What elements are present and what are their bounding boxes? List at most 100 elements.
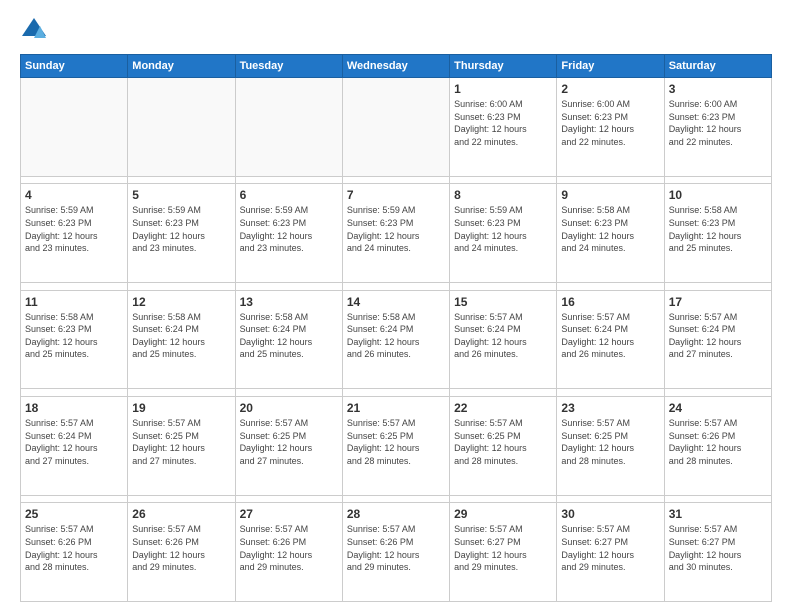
day-number: 21	[347, 401, 445, 415]
day-info: Sunrise: 5:57 AM Sunset: 6:25 PM Dayligh…	[132, 417, 230, 467]
day-number: 25	[25, 507, 123, 521]
calendar-cell	[21, 78, 128, 177]
day-info: Sunrise: 5:59 AM Sunset: 6:23 PM Dayligh…	[454, 204, 552, 254]
calendar-cell: 7 Sunrise: 5:59 AM Sunset: 6:23 PM Daylig…	[342, 184, 449, 283]
day-info: Sunrise: 5:57 AM Sunset: 6:25 PM Dayligh…	[454, 417, 552, 467]
day-info: Sunrise: 5:57 AM Sunset: 6:24 PM Dayligh…	[561, 311, 659, 361]
day-number: 3	[669, 82, 767, 96]
day-info: Sunrise: 5:57 AM Sunset: 6:27 PM Dayligh…	[561, 523, 659, 573]
weekday-header-row: SundayMondayTuesdayWednesdayThursdayFrid…	[21, 55, 772, 78]
day-info: Sunrise: 5:58 AM Sunset: 6:24 PM Dayligh…	[132, 311, 230, 361]
day-number: 29	[454, 507, 552, 521]
day-info: Sunrise: 5:58 AM Sunset: 6:24 PM Dayligh…	[347, 311, 445, 361]
calendar-cell: 15Sunrise: 5:57 AM Sunset: 6:24 PM Dayli…	[450, 290, 557, 389]
calendar-week-4: 18 Sunrise: 5:57 AM Sunset: 6:24 PM Dayli…	[21, 397, 772, 496]
day-number: 27	[240, 507, 338, 521]
row-divider	[21, 176, 772, 184]
day-info: Sunrise: 6:00 AM Sunset: 6:23 PM Dayligh…	[454, 98, 552, 148]
day-number: 17	[669, 295, 767, 309]
day-info: Sunrise: 5:59 AM Sunset: 6:23 PM Dayligh…	[132, 204, 230, 254]
calendar-cell: 28 Sunrise: 5:57 AM Sunset: 6:26 PM Dayli…	[342, 503, 449, 602]
weekday-header-sunday: Sunday	[21, 55, 128, 78]
day-number: 1	[454, 82, 552, 96]
day-info: Sunrise: 5:59 AM Sunset: 6:23 PM Dayligh…	[347, 204, 445, 254]
weekday-header-wednesday: Wednesday	[342, 55, 449, 78]
day-info: Sunrise: 5:57 AM Sunset: 6:25 PM Dayligh…	[347, 417, 445, 467]
calendar-cell: 30 Sunrise: 5:57 AM Sunset: 6:27 PM Dayli…	[557, 503, 664, 602]
day-info: Sunrise: 5:59 AM Sunset: 6:23 PM Dayligh…	[240, 204, 338, 254]
calendar-cell: 10 Sunrise: 5:58 AM Sunset: 6:23 PM Dayli…	[664, 184, 771, 283]
day-info: Sunrise: 5:58 AM Sunset: 6:23 PM Dayligh…	[25, 311, 123, 361]
calendar-cell: 16 Sunrise: 5:57 AM Sunset: 6:24 PM Dayli…	[557, 290, 664, 389]
calendar-cell: 27 Sunrise: 5:57 AM Sunset: 6:26 PM Dayli…	[235, 503, 342, 602]
calendar-cell: 22 Sunrise: 5:57 AM Sunset: 6:25 PM Dayli…	[450, 397, 557, 496]
calendar-cell	[235, 78, 342, 177]
logo	[20, 16, 52, 44]
day-number: 5	[132, 188, 230, 202]
calendar-cell: 18 Sunrise: 5:57 AM Sunset: 6:24 PM Dayli…	[21, 397, 128, 496]
day-number: 20	[240, 401, 338, 415]
day-number: 30	[561, 507, 659, 521]
day-info: Sunrise: 5:57 AM Sunset: 6:25 PM Dayligh…	[240, 417, 338, 467]
day-info: Sunrise: 5:57 AM Sunset: 6:26 PM Dayligh…	[347, 523, 445, 573]
calendar-cell: 13Sunrise: 5:58 AM Sunset: 6:24 PM Dayli…	[235, 290, 342, 389]
weekday-header-monday: Monday	[128, 55, 235, 78]
day-number: 4	[25, 188, 123, 202]
day-number: 26	[132, 507, 230, 521]
day-number: 8	[454, 188, 552, 202]
day-info: Sunrise: 5:57 AM Sunset: 6:26 PM Dayligh…	[25, 523, 123, 573]
day-info: Sunrise: 5:57 AM Sunset: 6:27 PM Dayligh…	[669, 523, 767, 573]
calendar-week-2: 4 Sunrise: 5:59 AM Sunset: 6:23 PM Daylig…	[21, 184, 772, 283]
calendar-cell: 3 Sunrise: 6:00 AM Sunset: 6:23 PM Daylig…	[664, 78, 771, 177]
calendar-cell: 24Sunrise: 5:57 AM Sunset: 6:26 PM Dayli…	[664, 397, 771, 496]
day-number: 9	[561, 188, 659, 202]
calendar-cell: 31 Sunrise: 5:57 AM Sunset: 6:27 PM Dayli…	[664, 503, 771, 602]
day-info: Sunrise: 5:57 AM Sunset: 6:27 PM Dayligh…	[454, 523, 552, 573]
day-number: 7	[347, 188, 445, 202]
day-number: 12	[132, 295, 230, 309]
calendar-cell: 4 Sunrise: 5:59 AM Sunset: 6:23 PM Daylig…	[21, 184, 128, 283]
calendar-cell: 20 Sunrise: 5:57 AM Sunset: 6:25 PM Dayli…	[235, 397, 342, 496]
row-divider	[21, 389, 772, 397]
calendar-cell: 19 Sunrise: 5:57 AM Sunset: 6:25 PM Dayli…	[128, 397, 235, 496]
row-divider	[21, 282, 772, 290]
page: SundayMondayTuesdayWednesdayThursdayFrid…	[0, 0, 792, 612]
day-number: 10	[669, 188, 767, 202]
day-info: Sunrise: 6:00 AM Sunset: 6:23 PM Dayligh…	[669, 98, 767, 148]
day-info: Sunrise: 5:57 AM Sunset: 6:24 PM Dayligh…	[669, 311, 767, 361]
calendar: SundayMondayTuesdayWednesdayThursdayFrid…	[20, 54, 772, 602]
day-number: 11	[25, 295, 123, 309]
calendar-cell: 14Sunrise: 5:58 AM Sunset: 6:24 PM Dayli…	[342, 290, 449, 389]
day-number: 31	[669, 507, 767, 521]
day-info: Sunrise: 5:58 AM Sunset: 6:23 PM Dayligh…	[561, 204, 659, 254]
day-number: 19	[132, 401, 230, 415]
day-number: 6	[240, 188, 338, 202]
day-number: 18	[25, 401, 123, 415]
calendar-cell	[342, 78, 449, 177]
header	[20, 16, 772, 44]
day-info: Sunrise: 5:58 AM Sunset: 6:23 PM Dayligh…	[669, 204, 767, 254]
day-number: 23	[561, 401, 659, 415]
weekday-header-friday: Friday	[557, 55, 664, 78]
day-info: Sunrise: 5:57 AM Sunset: 6:26 PM Dayligh…	[132, 523, 230, 573]
day-info: Sunrise: 5:57 AM Sunset: 6:26 PM Dayligh…	[240, 523, 338, 573]
calendar-week-3: 11 Sunrise: 5:58 AM Sunset: 6:23 PM Dayli…	[21, 290, 772, 389]
calendar-cell: 9 Sunrise: 5:58 AM Sunset: 6:23 PM Daylig…	[557, 184, 664, 283]
calendar-cell: 8 Sunrise: 5:59 AM Sunset: 6:23 PM Daylig…	[450, 184, 557, 283]
day-number: 22	[454, 401, 552, 415]
day-info: Sunrise: 5:57 AM Sunset: 6:24 PM Dayligh…	[25, 417, 123, 467]
day-number: 28	[347, 507, 445, 521]
day-info: Sunrise: 5:59 AM Sunset: 6:23 PM Dayligh…	[25, 204, 123, 254]
logo-icon	[20, 16, 48, 44]
calendar-cell: 6 Sunrise: 5:59 AM Sunset: 6:23 PM Daylig…	[235, 184, 342, 283]
day-info: Sunrise: 5:57 AM Sunset: 6:26 PM Dayligh…	[669, 417, 767, 467]
weekday-header-tuesday: Tuesday	[235, 55, 342, 78]
weekday-header-thursday: Thursday	[450, 55, 557, 78]
calendar-cell: 25 Sunrise: 5:57 AM Sunset: 6:26 PM Dayli…	[21, 503, 128, 602]
day-number: 2	[561, 82, 659, 96]
calendar-cell: 2Sunrise: 6:00 AM Sunset: 6:23 PM Daylig…	[557, 78, 664, 177]
calendar-week-5: 25 Sunrise: 5:57 AM Sunset: 6:26 PM Dayli…	[21, 503, 772, 602]
day-number: 16	[561, 295, 659, 309]
calendar-cell: 26 Sunrise: 5:57 AM Sunset: 6:26 PM Dayli…	[128, 503, 235, 602]
day-info: Sunrise: 5:57 AM Sunset: 6:24 PM Dayligh…	[454, 311, 552, 361]
